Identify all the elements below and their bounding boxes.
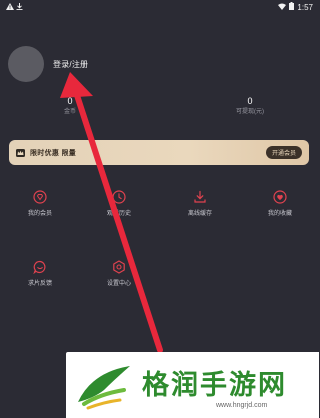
heart-icon [273,190,287,204]
wifi-icon [278,3,287,12]
watermark-url: www.hngrjd.com [216,402,268,409]
vip-promo-banner[interactable]: 限时优惠 限量 开通会员 [9,140,309,165]
menu-item-favorites[interactable]: 我的收藏 [248,190,312,218]
vip-promo-text: 限时优惠 限量 [30,149,77,157]
menu-item-feedback[interactable]: 求片反馈 [8,260,72,288]
watermark-logo [78,366,130,410]
cash-label: 可提现(元) [236,109,264,115]
status-left [6,2,23,12]
crown-icon [16,148,25,157]
warning-icon [6,2,14,12]
coins-value: 0 [67,96,73,106]
cash-stat[interactable]: 0 可提现(元) [210,96,290,117]
clock-icon [112,190,126,204]
status-bar: 1:57 [0,0,319,14]
download-icon [16,2,23,12]
stats-row: 0 金币 0 可提现(元) [0,96,319,120]
status-right: 1:57 [278,2,313,12]
coins-stat[interactable]: 0 金币 [30,96,110,117]
menu-label-offline-cache: 离线缓存 [187,211,212,217]
open-vip-button[interactable]: 开通会员 [265,146,302,159]
site-watermark: 格润手游网 www.hngrjd.com [66,352,319,418]
feedback-icon [33,260,46,274]
avatar[interactable] [8,46,44,82]
menu-item-settings[interactable]: 设置中心 [87,260,151,288]
download-icon [194,190,206,203]
menu-label-feedback: 求片反馈 [27,281,52,287]
menu-item-history[interactable]: 观看历史 [87,190,151,218]
login-register-link[interactable]: 登录/注册 [53,59,88,70]
menu-label-favorites: 我的收藏 [267,211,292,217]
menu-item-offline-cache[interactable]: 离线缓存 [168,190,232,218]
menu-label-my-vip: 我的会员 [27,211,52,217]
menu-item-my-vip[interactable]: 我的会员 [8,190,72,218]
profile-header[interactable]: 登录/注册 [8,46,88,82]
settings-icon [113,260,125,274]
status-time: 1:57 [297,2,313,12]
watermark-title: 格润手游网 [142,370,287,400]
battery-icon [289,2,295,12]
cash-value: 0 [247,96,253,106]
menu-label-settings: 设置中心 [106,281,131,287]
vip-diamond-icon [33,190,47,204]
coins-label: 金币 [63,109,76,115]
menu-label-history: 观看历史 [106,211,131,217]
